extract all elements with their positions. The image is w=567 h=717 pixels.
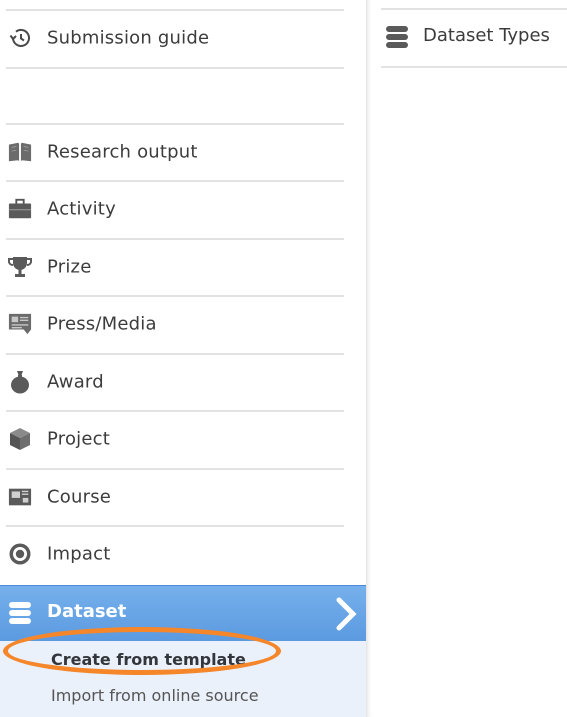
course-board-icon [8,485,32,509]
menu-item-label: Course [47,486,112,508]
target-icon [8,542,32,566]
divider [381,66,567,68]
left-menu-panel: Submission guide Research output Activit… [0,0,366,717]
menu-item-activity[interactable]: Activity [0,182,344,236]
menu-item-label: Research output [47,141,198,163]
menu-item-label: Award [47,371,104,393]
money-bag-icon [8,370,32,394]
menu-item-label: Prize [47,256,92,278]
trophy-icon [8,255,32,279]
menu-item-label: Impact [47,543,111,565]
menu-item-impact[interactable]: Impact [0,527,344,581]
right-panel [366,0,567,717]
database-icon [385,24,409,50]
press-media-icon [8,312,32,336]
menu-item-press-media[interactable]: Press/Media [0,297,344,351]
dataset-types-label: Dataset Types [423,25,550,46]
menu-item-dataset-active[interactable]: Dataset [0,585,366,642]
menu-item-prize[interactable]: Prize [0,240,344,294]
divider [6,67,344,69]
briefcase-icon [8,197,32,221]
book-icon [8,140,32,164]
menu-item-label: Press/Media [47,313,157,335]
dataset-types-item[interactable]: Dataset Types [381,10,567,64]
menu-item-award[interactable]: Award [0,355,344,409]
database-icon [8,600,32,626]
menu-item-research-output[interactable]: Research output [0,125,344,179]
import-from-online-source-link[interactable]: Import from online source [51,686,259,705]
cube-icon [8,427,32,451]
menu-item-label: Submission guide [47,27,210,49]
menu-item-course[interactable]: Course [0,470,344,524]
active-menu-label: Dataset [47,601,127,622]
menu-item-submission-guide[interactable]: Submission guide [0,11,344,65]
chevron-right-icon [334,597,358,631]
create-from-template-link[interactable]: Create from template [51,650,246,669]
menu-item-project[interactable]: Project [0,412,344,466]
history-clock-icon [8,26,32,50]
menu-item-label: Project [47,428,110,450]
menu-item-label: Activity [47,198,116,220]
